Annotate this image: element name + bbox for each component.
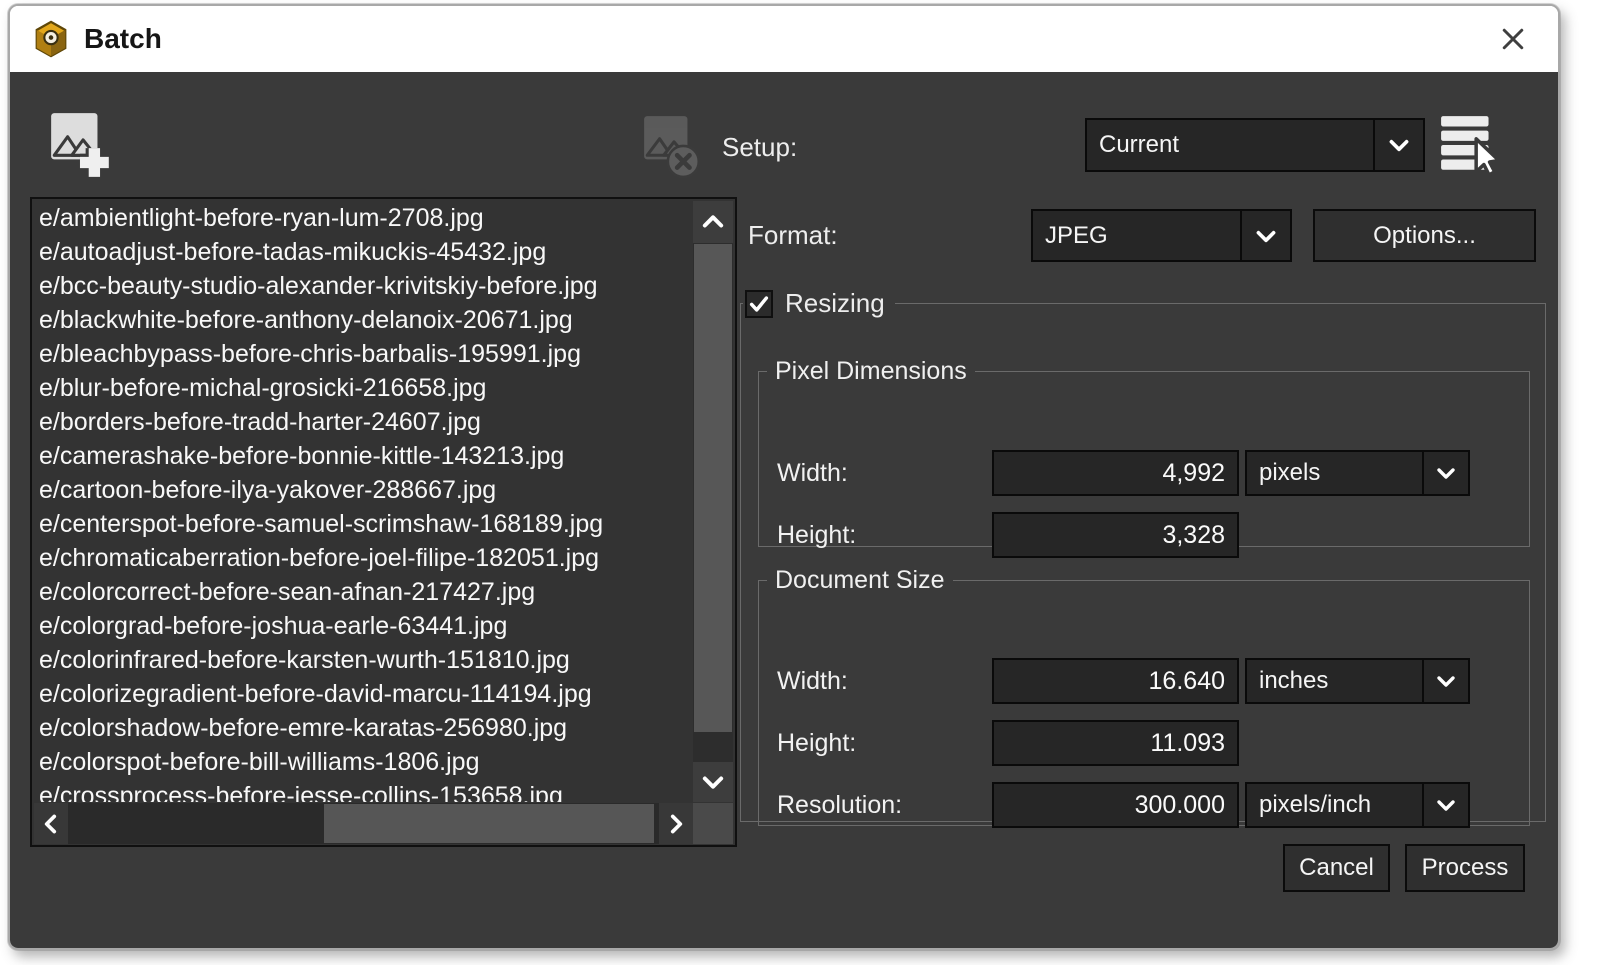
- batch-dialog-window: Batch: [8, 4, 1560, 950]
- vertical-scroll-thumb[interactable]: [694, 244, 732, 732]
- doc-height-input[interactable]: [992, 720, 1239, 766]
- format-dropdown-arrow[interactable]: [1240, 211, 1290, 260]
- scroll-left-button[interactable]: [34, 803, 68, 844]
- file-list-items: e/ambientlight-before-ryan-lum-2708.jpge…: [34, 201, 691, 802]
- pixel-width-label: Width:: [777, 450, 987, 496]
- doc-resolution-label: Resolution:: [777, 782, 987, 828]
- format-dropdown[interactable]: JPEG: [1031, 209, 1292, 262]
- chevron-down-icon: [1253, 223, 1279, 249]
- document-size-legend: Document Size: [767, 566, 953, 595]
- list-item[interactable]: e/bcc-beauty-studio-alexander-krivitskiy…: [34, 269, 691, 303]
- chevron-up-icon: [699, 208, 727, 236]
- batch-app-icon: [32, 20, 70, 58]
- list-item[interactable]: e/cartoon-before-ilya-yakover-288667.jpg: [34, 473, 691, 507]
- doc-width-input[interactable]: [992, 658, 1239, 704]
- pixel-width-input[interactable]: [992, 450, 1239, 496]
- doc-resolution-unit-arrow[interactable]: [1422, 784, 1468, 826]
- add-photos-button[interactable]: [48, 110, 114, 185]
- list-item[interactable]: e/borders-before-tradd-harter-24607.jpg: [34, 405, 691, 439]
- list-item[interactable]: e/colorspot-before-bill-williams-1806.jp…: [34, 745, 691, 779]
- doc-height-label: Height:: [777, 720, 987, 766]
- doc-resolution-unit-value: pixels/inch: [1247, 791, 1422, 819]
- remove-photos-button[interactable]: [642, 114, 704, 185]
- chevron-down-icon: [1386, 132, 1412, 158]
- resizing-checkbox[interactable]: [745, 290, 773, 318]
- pixel-dimensions-group: Pixel Dimensions Width: pixels Height:: [758, 357, 1530, 547]
- chevron-down-icon: [699, 768, 727, 796]
- format-dropdown-value: JPEG: [1033, 222, 1240, 250]
- resizing-legend: Resizing: [743, 288, 895, 319]
- list-item[interactable]: e/blackwhite-before-anthony-delanoix-206…: [34, 303, 691, 337]
- list-item[interactable]: e/colorinfrared-before-karsten-wurth-151…: [34, 643, 691, 677]
- doc-width-unit-arrow[interactable]: [1422, 660, 1468, 702]
- setup-dropdown[interactable]: Current: [1085, 118, 1425, 172]
- format-label: Format:: [748, 209, 838, 262]
- manage-presets-button[interactable]: [1438, 112, 1504, 183]
- scroll-up-button[interactable]: [693, 201, 733, 243]
- list-item[interactable]: e/colorshadow-before-emre-karatas-256980…: [34, 711, 691, 745]
- dialog-body: Setup: Current: [10, 72, 1558, 948]
- doc-width-unit-dropdown[interactable]: inches: [1245, 658, 1470, 704]
- chevron-down-icon: [1434, 669, 1458, 693]
- scroll-down-button[interactable]: [693, 762, 733, 802]
- scroll-right-button[interactable]: [659, 803, 693, 844]
- close-button[interactable]: [1494, 20, 1532, 58]
- screenshot-stage: Batch: [0, 0, 1620, 965]
- document-size-group: Document Size Width: inches Height: Re: [758, 566, 1530, 826]
- titlebar: Batch: [10, 6, 1558, 72]
- vertical-scrollbar[interactable]: [693, 201, 733, 802]
- preset-list-cursor-icon: [1438, 112, 1504, 178]
- doc-width-label: Width:: [777, 658, 987, 704]
- list-item[interactable]: e/bleachbypass-before-chris-barbalis-195…: [34, 337, 691, 371]
- pixel-height-label: Height:: [777, 512, 987, 558]
- resizing-label[interactable]: Resizing: [785, 288, 885, 319]
- scrollbar-corner: [693, 803, 733, 844]
- file-listbox[interactable]: e/ambientlight-before-ryan-lum-2708.jpge…: [30, 197, 737, 847]
- list-item[interactable]: e/crossprocess-before-jesse-collins-1536…: [34, 779, 691, 802]
- chevron-down-icon: [1434, 461, 1458, 485]
- pixel-width-unit-arrow[interactable]: [1422, 452, 1468, 494]
- pixel-height-input[interactable]: [992, 512, 1239, 558]
- resizing-group: Resizing Pixel Dimensions Width: pixels: [740, 288, 1546, 822]
- doc-resolution-unit-dropdown[interactable]: pixels/inch: [1245, 782, 1470, 828]
- window-title: Batch: [84, 23, 162, 55]
- list-item[interactable]: e/colorizegradient-before-david-marcu-11…: [34, 677, 691, 711]
- format-options-button[interactable]: Options...: [1313, 209, 1536, 262]
- pixel-dimensions-legend: Pixel Dimensions: [767, 357, 975, 386]
- doc-width-unit-value: inches: [1247, 667, 1422, 695]
- horizontal-scroll-thumb[interactable]: [324, 804, 654, 843]
- cancel-button[interactable]: Cancel: [1283, 844, 1390, 892]
- horizontal-scrollbar[interactable]: [34, 803, 693, 844]
- chevron-down-icon: [1434, 793, 1458, 817]
- close-icon: [1498, 24, 1528, 54]
- checkmark-icon: [748, 293, 770, 315]
- list-item[interactable]: e/camerashake-before-bonnie-kittle-14321…: [34, 439, 691, 473]
- list-item[interactable]: e/blur-before-michal-grosicki-216658.jpg: [34, 371, 691, 405]
- setup-dropdown-value: Current: [1087, 131, 1373, 159]
- process-button[interactable]: Process: [1405, 844, 1525, 892]
- pixel-width-unit-dropdown[interactable]: pixels: [1245, 450, 1470, 496]
- chevron-left-icon: [38, 811, 64, 837]
- remove-photos-icon: [642, 114, 704, 180]
- pixel-width-unit-value: pixels: [1247, 459, 1422, 487]
- setup-dropdown-arrow[interactable]: [1373, 120, 1423, 170]
- list-item[interactable]: e/chromaticaberration-before-joel-filipe…: [34, 541, 691, 575]
- list-item[interactable]: e/colorcorrect-before-sean-afnan-217427.…: [34, 575, 691, 609]
- chevron-right-icon: [663, 811, 689, 837]
- add-photos-icon: [48, 110, 114, 180]
- list-item[interactable]: e/autoadjust-before-tadas-mikuckis-45432…: [34, 235, 691, 269]
- list-item[interactable]: e/centerspot-before-samuel-scrimshaw-168…: [34, 507, 691, 541]
- setup-label: Setup:: [722, 122, 797, 172]
- list-item[interactable]: e/ambientlight-before-ryan-lum-2708.jpg: [34, 201, 691, 235]
- list-item[interactable]: e/colorgrad-before-joshua-earle-63441.jp…: [34, 609, 691, 643]
- doc-resolution-input[interactable]: [992, 782, 1239, 828]
